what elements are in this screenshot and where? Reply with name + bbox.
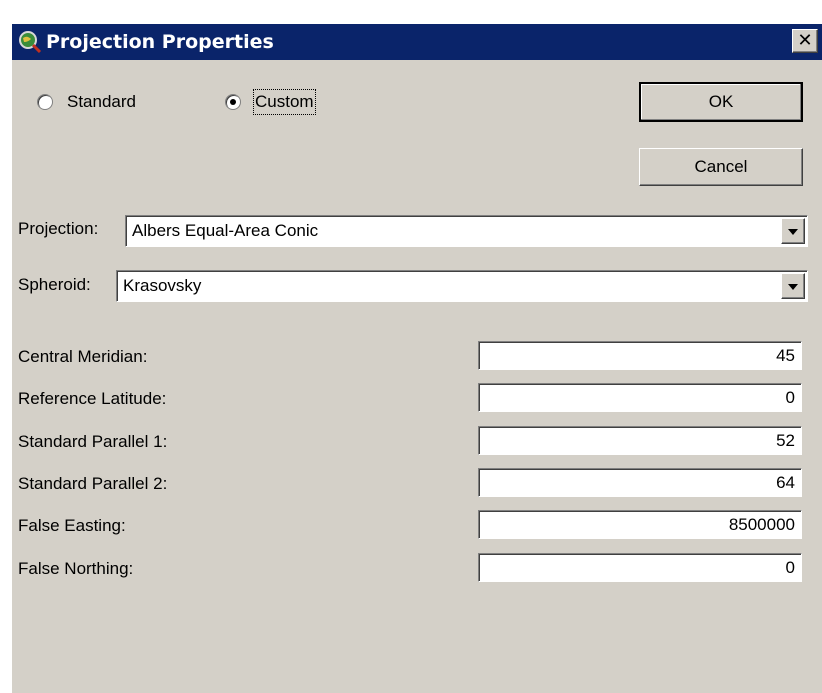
param-label: Reference Latitude: [18,389,167,408]
spheroid-value: Krasovsky [123,276,202,295]
param-label: False Easting: [18,516,126,535]
ok-button-label: OK [708,92,734,111]
close-button[interactable]: ✕ [792,29,818,53]
projection-select[interactable]: Albers Equal-Area Conic [125,215,808,247]
cancel-button[interactable]: Cancel [639,148,803,186]
spheroid-label: Spheroid: [18,275,91,294]
custom-radio[interactable] [225,94,241,110]
chevron-down-icon[interactable] [781,218,805,244]
standard-parallel-2-input[interactable]: 64 [478,468,802,497]
ok-button[interactable]: OK [639,82,803,122]
standard-radio-label[interactable]: Standard [67,91,136,113]
param-label: Standard Parallel 2: [18,474,168,493]
central-meridian-input[interactable]: 45 [478,341,802,370]
chevron-down-icon[interactable] [781,273,805,299]
projection-value: Albers Equal-Area Conic [132,221,319,240]
window-title: Projection Properties [46,31,274,53]
title-bar: Projection Properties ✕ [12,24,822,60]
standard-parallel-1-input[interactable]: 52 [478,426,802,455]
projection-label: Projection: [18,219,99,238]
reference-latitude-input[interactable]: 0 [478,383,802,412]
param-label: Central Meridian: [18,347,148,366]
spheroid-select[interactable]: Krasovsky [116,270,808,302]
close-icon: ✕ [797,30,813,51]
param-label: False Northing: [18,559,134,578]
custom-radio-label[interactable]: Custom [253,89,316,115]
standard-radio[interactable] [37,94,53,110]
param-label: Standard Parallel 1: [18,432,168,451]
globe-magnifier-icon [19,31,42,54]
projection-properties-dialog: Projection Properties ✕ Standard Custom … [10,22,822,693]
cancel-button-label: Cancel [694,157,748,176]
false-easting-input[interactable]: 8500000 [478,510,802,539]
false-northing-input[interactable]: 0 [478,553,802,582]
